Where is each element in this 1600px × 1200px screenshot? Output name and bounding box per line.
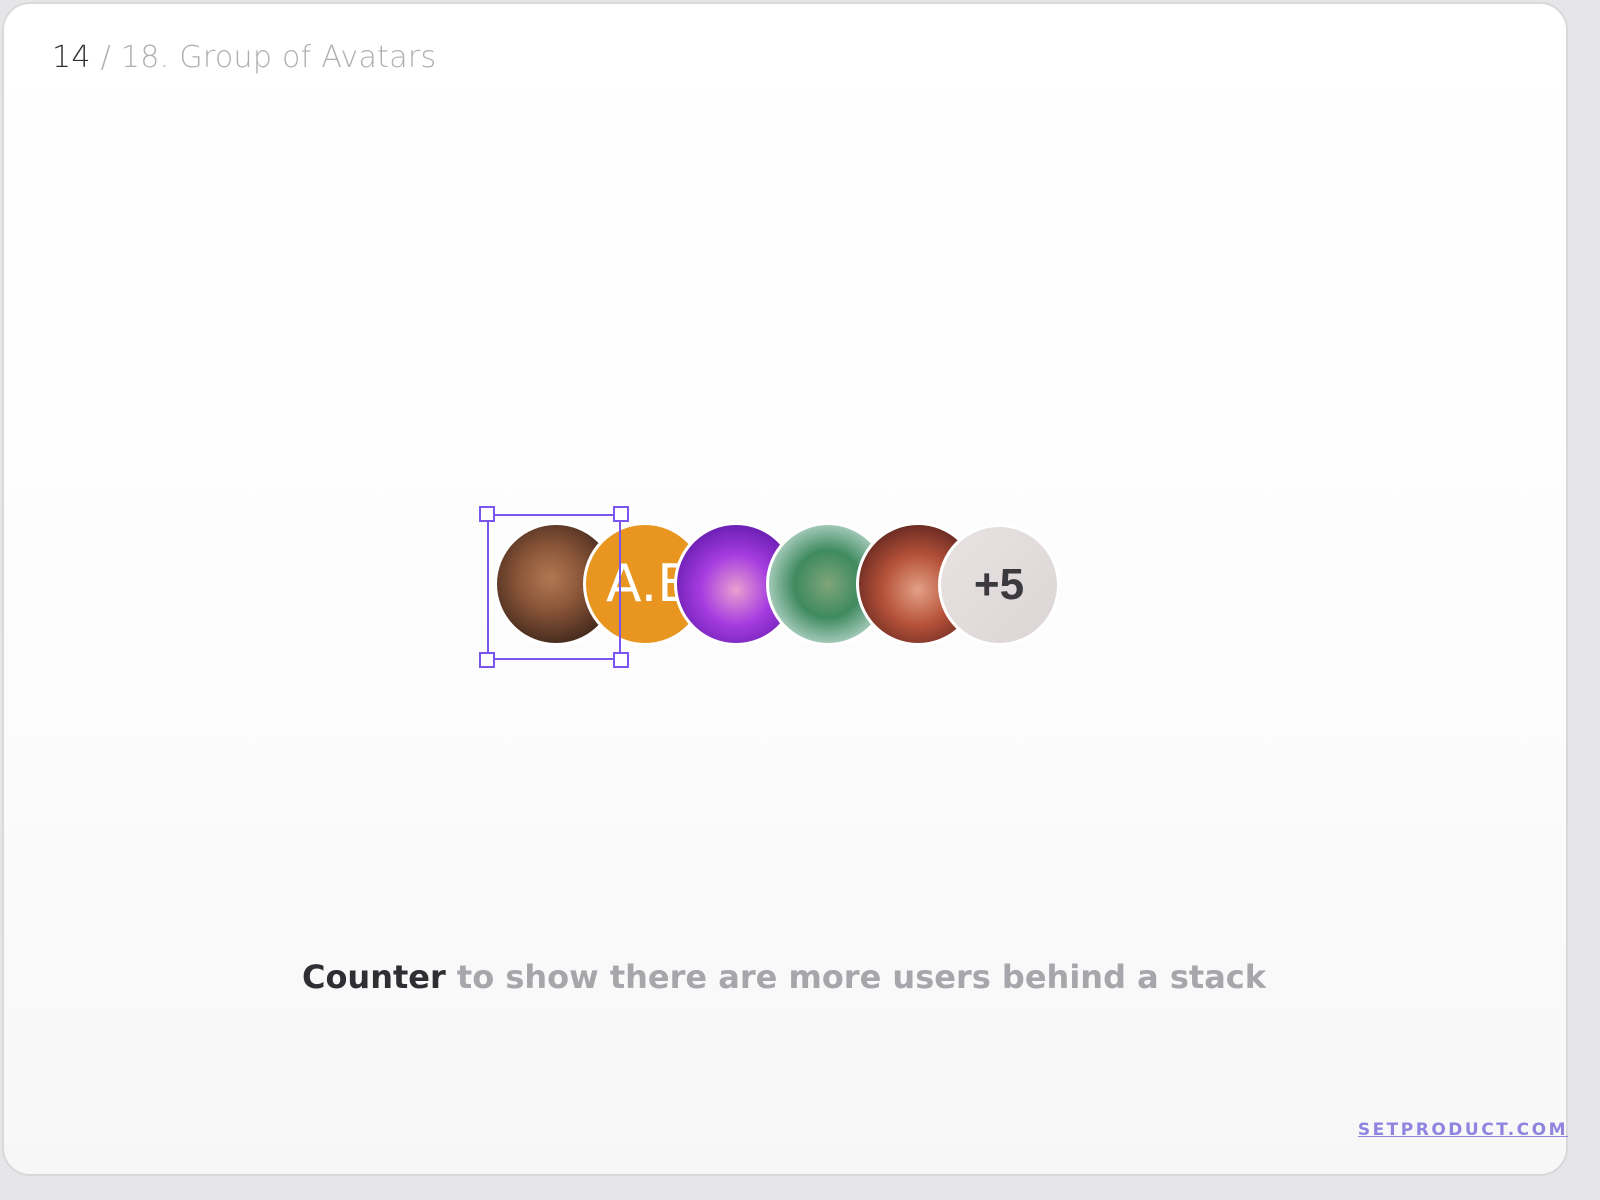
caption-rest: to show there are more users behind a st… (445, 958, 1267, 996)
selection-frame (487, 514, 621, 660)
counter-label: +5 (973, 560, 1025, 609)
caption-strong: Counter (301, 958, 446, 996)
avatar-group: A.B +5 (0, 0, 1600, 1200)
resize-handle-top-right[interactable] (613, 506, 629, 522)
avatar-counter[interactable]: +5 (938, 524, 1060, 646)
resize-handle-top-left[interactable] (479, 506, 495, 522)
caption: Counter to show there are more users beh… (0, 958, 1568, 996)
footer-link[interactable]: SETPRODUCT.COM (1358, 1120, 1568, 1140)
resize-handle-bottom-right[interactable] (613, 652, 629, 668)
resize-handle-bottom-left[interactable] (479, 652, 495, 668)
